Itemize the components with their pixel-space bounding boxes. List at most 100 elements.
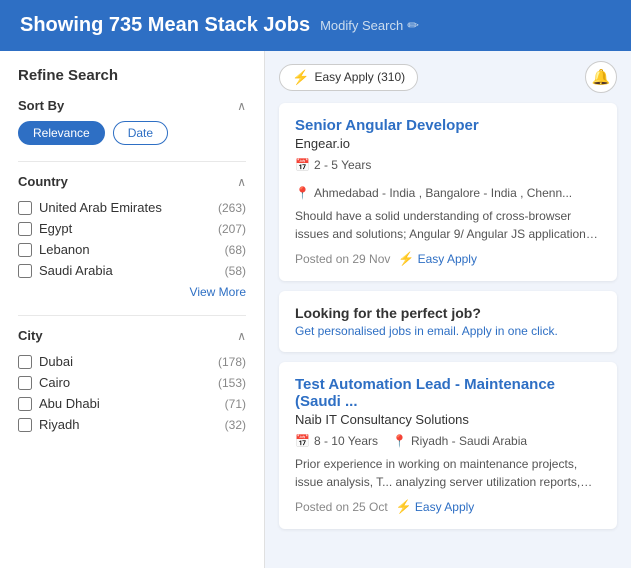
city-checkbox-3[interactable] — [18, 418, 32, 432]
modify-search-link[interactable]: Modify Search ✏ — [320, 17, 419, 34]
city-label-2: Abu Dhabi — [39, 396, 218, 411]
easy-apply-badge-0: ⚡ Easy Apply — [398, 251, 477, 267]
sidebar: Refine Search Sort By ∧ Relevance Date C… — [0, 51, 265, 568]
location-label-0: Ahmedabad - India , Bangalore - India , … — [314, 186, 572, 200]
country-count-0: (263) — [218, 201, 246, 215]
city-section: City ∧ Dubai (178) Cairo (153) Abu Dhabi… — [18, 328, 246, 435]
location-meta-0: 📍 Ahmedabad - India , Bangalore - India … — [295, 186, 572, 200]
calendar-icon-0: 📅 — [295, 158, 310, 172]
country-checkbox-1[interactable] — [18, 222, 32, 236]
country-item-0: United Arab Emirates (263) — [18, 197, 246, 218]
easy-apply-bolt-1: ⚡ — [396, 499, 412, 515]
country-checkbox-2[interactable] — [18, 243, 32, 257]
job-title-0[interactable]: Senior Angular Developer — [295, 117, 601, 134]
job-card-1: Test Automation Lead - Maintenance (Saud… — [279, 362, 617, 529]
country-count-3: (58) — [225, 264, 246, 278]
company-name-0: Engear.io — [295, 136, 601, 151]
calendar-icon-1: 📅 — [295, 434, 310, 448]
country-title: Country — [18, 174, 68, 189]
country-count-1: (207) — [218, 222, 246, 236]
experience-label-0: 2 - 5 Years — [314, 158, 371, 172]
country-item-2: Lebanon (68) — [18, 239, 246, 260]
country-checkbox-3[interactable] — [18, 264, 32, 278]
filter-bar: ⚡ Easy Apply (310) 🔔 — [279, 61, 617, 93]
city-count-3: (32) — [225, 418, 246, 432]
page-title: Showing 735 Mean Stack Jobs — [20, 14, 310, 37]
country-item-1: Egypt (207) — [18, 218, 246, 239]
job-title-1[interactable]: Test Automation Lead - Maintenance (Saud… — [295, 376, 601, 410]
promo-title: Looking for the perfect job? — [295, 305, 601, 321]
sidebar-heading: Refine Search — [18, 67, 246, 84]
bell-icon: 🔔 — [592, 68, 611, 86]
easy-apply-bolt-icon: ⚡ — [292, 69, 309, 86]
sort-by-section: Sort By ∧ Relevance Date — [18, 98, 246, 145]
posted-label-1: Posted on 25 Oct — [295, 500, 388, 514]
right-panel: ⚡ Easy Apply (310) 🔔 Senior Angular Deve… — [265, 51, 631, 568]
date-sort-button[interactable]: Date — [113, 121, 168, 145]
country-chevron-icon: ∧ — [237, 175, 246, 189]
location-icon-0: 📍 — [295, 186, 310, 200]
easy-apply-bolt-0: ⚡ — [398, 251, 414, 267]
divider-1 — [18, 161, 246, 162]
job-desc-0: Should have a solid understanding of cro… — [295, 207, 601, 243]
city-checkbox-2[interactable] — [18, 397, 32, 411]
city-checkbox-0[interactable] — [18, 355, 32, 369]
job-meta-1: 📅 8 - 10 Years 📍 Riyadh - Saudi Arabia — [295, 434, 601, 448]
job-footer-0: Posted on 29 Nov ⚡ Easy Apply — [295, 251, 601, 267]
city-count-1: (153) — [218, 376, 246, 390]
city-item-0: Dubai (178) — [18, 351, 246, 372]
sort-by-title: Sort By — [18, 98, 64, 113]
location-meta-1: 📍 Riyadh - Saudi Arabia — [392, 434, 527, 448]
experience-meta-1: 📅 8 - 10 Years — [295, 434, 378, 448]
easy-apply-chip-label: Easy Apply (310) — [314, 70, 405, 84]
sort-by-chevron-icon: ∧ — [237, 99, 246, 113]
company-name-1: Naib IT Consultancy Solutions — [295, 412, 601, 427]
easy-apply-label-0: Easy Apply — [418, 252, 477, 266]
city-label-3: Riyadh — [39, 417, 218, 432]
country-count-2: (68) — [225, 243, 246, 257]
location-label-1: Riyadh - Saudi Arabia — [411, 434, 527, 448]
job-meta-0: 📅 2 - 5 Years 📍 Ahmedabad - India , Bang… — [295, 158, 601, 200]
country-view-more-link[interactable]: View More — [18, 285, 246, 299]
posted-label-0: Posted on 29 Nov — [295, 252, 390, 266]
country-section: Country ∧ United Arab Emirates (263) Egy… — [18, 174, 246, 299]
city-item-1: Cairo (153) — [18, 372, 246, 393]
country-checkbox-0[interactable] — [18, 201, 32, 215]
city-count-0: (178) — [218, 355, 246, 369]
pencil-icon: ✏ — [407, 17, 419, 34]
easy-apply-chip[interactable]: ⚡ Easy Apply (310) — [279, 64, 418, 91]
city-item-3: Riyadh (32) — [18, 414, 246, 435]
promo-card: Looking for the perfect job? Get persona… — [279, 291, 617, 352]
location-icon-1: 📍 — [392, 434, 407, 448]
main-layout: Refine Search Sort By ∧ Relevance Date C… — [0, 51, 631, 568]
sort-by-header: Sort By ∧ — [18, 98, 246, 113]
city-checkbox-1[interactable] — [18, 376, 32, 390]
job-footer-1: Posted on 25 Oct ⚡ Easy Apply — [295, 499, 601, 515]
promo-desc: Get personalised jobs in email. Apply in… — [295, 324, 601, 338]
modify-search-label: Modify Search — [320, 18, 403, 33]
bell-button[interactable]: 🔔 — [585, 61, 617, 93]
header: Showing 735 Mean Stack Jobs Modify Searc… — [0, 0, 631, 51]
country-header: Country ∧ — [18, 174, 246, 189]
country-item-3: Saudi Arabia (58) — [18, 260, 246, 281]
experience-label-1: 8 - 10 Years — [314, 434, 378, 448]
city-count-2: (71) — [225, 397, 246, 411]
country-label-3: Saudi Arabia — [39, 263, 218, 278]
easy-apply-badge-1: ⚡ Easy Apply — [396, 499, 475, 515]
easy-apply-label-1: Easy Apply — [415, 500, 474, 514]
relevance-sort-button[interactable]: Relevance — [18, 121, 105, 145]
city-chevron-icon: ∧ — [237, 329, 246, 343]
city-label-1: Cairo — [39, 375, 211, 390]
city-label-0: Dubai — [39, 354, 211, 369]
city-header: City ∧ — [18, 328, 246, 343]
sort-buttons: Relevance Date — [18, 121, 246, 145]
country-label-0: United Arab Emirates — [39, 200, 211, 215]
job-card-0: Senior Angular Developer Engear.io 📅 2 -… — [279, 103, 617, 281]
country-label-1: Egypt — [39, 221, 211, 236]
divider-2 — [18, 315, 246, 316]
country-label-2: Lebanon — [39, 242, 218, 257]
job-desc-1: Prior experience in working on maintenan… — [295, 455, 601, 491]
city-title: City — [18, 328, 43, 343]
experience-meta-0: 📅 2 - 5 Years — [295, 158, 371, 172]
city-item-2: Abu Dhabi (71) — [18, 393, 246, 414]
